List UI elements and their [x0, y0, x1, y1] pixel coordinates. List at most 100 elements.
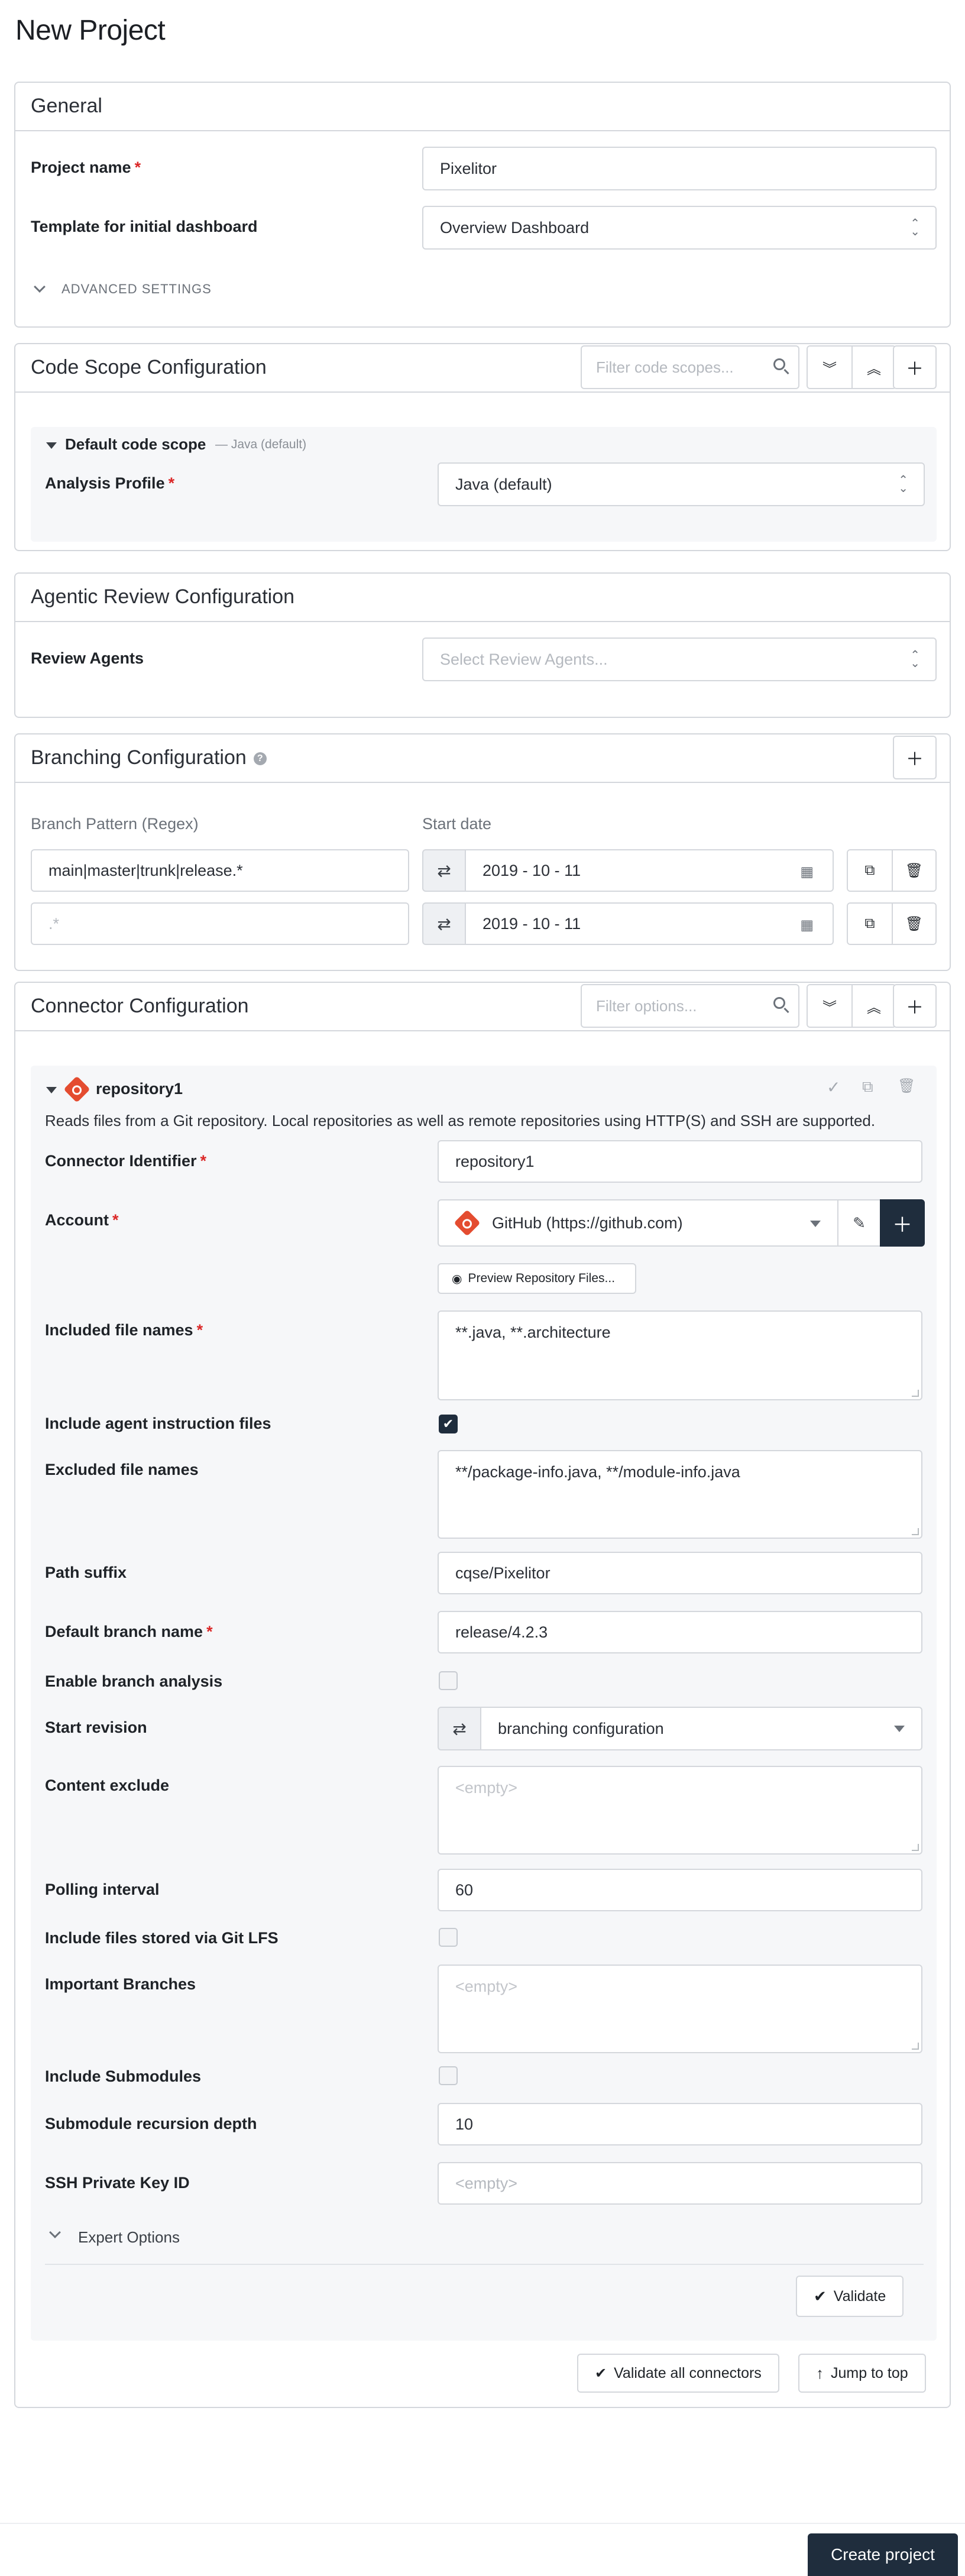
start-date-column: Start date: [422, 815, 492, 833]
identifier-input[interactable]: repository1: [438, 1140, 922, 1183]
add-account-button[interactable]: ＋: [880, 1199, 925, 1247]
expand-all-button[interactable]: ︾: [808, 347, 851, 388]
resize-handle[interactable]: [912, 1528, 919, 1535]
account-value: GitHub (https://github.com): [492, 1213, 683, 1232]
excluded-label: Excluded file names: [45, 1461, 199, 1478]
account-label: Account *: [45, 1211, 119, 1229]
code-scope-filter-placeholder: Filter code scopes...: [596, 358, 734, 376]
review-agents-label: Review Agents: [31, 649, 144, 667]
analysis-profile-label: Analysis Profile *: [45, 474, 175, 492]
preview-files-label: Preview Repository Files...: [468, 1271, 616, 1285]
expert-options-label: Expert Options: [78, 2228, 180, 2246]
advanced-settings-toggle[interactable]: ADVANCED SETTINGS: [33, 278, 228, 302]
connector-filter-input[interactable]: Filter options...: [581, 984, 799, 1028]
copy-icon[interactable]: ⧉: [848, 850, 892, 891]
updown-icon: ⌃ ⌄: [898, 474, 908, 495]
create-project-button[interactable]: Create project: [808, 2533, 958, 2576]
swap-icon[interactable]: ⇄: [438, 1707, 481, 1750]
expand-all-button[interactable]: ︾: [808, 985, 851, 1027]
branch-row-actions: ⧉ 🗑: [847, 849, 937, 892]
check-icon[interactable]: ✓: [827, 1077, 840, 1097]
copy-icon[interactable]: ⧉: [848, 904, 892, 944]
eye-icon: ◉: [452, 1272, 462, 1286]
swap-icon[interactable]: ⇄: [422, 902, 466, 945]
preview-files-button[interactable]: ◉ Preview Repository Files...: [438, 1263, 636, 1294]
review-agents-placeholder: Select Review Agents...: [440, 650, 608, 668]
check-icon: ✔: [814, 2287, 827, 2305]
validate-button[interactable]: ✔ Validate: [796, 2276, 904, 2317]
repository-panel: repository1 ✓ ⧉ 🗑 Reads files from a Git…: [31, 1066, 937, 2341]
included-input[interactable]: **.java, **.architecture: [438, 1310, 922, 1400]
branching-header: Branching Configuration? ＋: [15, 734, 950, 783]
recursion-input[interactable]: 10: [438, 2103, 922, 2145]
connector-description: Reads files from a Git repository. Local…: [45, 1112, 876, 1130]
trash-icon[interactable]: 🗑: [892, 904, 935, 944]
branch-date-input[interactable]: 2019 - 10 - 11 ▦: [465, 902, 834, 945]
collapse-all-button[interactable]: ︽: [851, 347, 895, 388]
template-select[interactable]: Overview Dashboard ⌃ ⌄: [422, 206, 937, 250]
path-suffix-input[interactable]: cqse/Pixelitor: [438, 1552, 922, 1594]
branch-pattern-input[interactable]: .*: [31, 902, 409, 945]
panel-divider: [45, 2264, 924, 2265]
project-name-input[interactable]: Pixelitor: [422, 147, 937, 190]
polling-input[interactable]: 60: [438, 1869, 922, 1911]
resize-handle[interactable]: [912, 1390, 919, 1397]
connector-card: Connector Configuration Filter options..…: [14, 982, 951, 2408]
lfs-checkbox[interactable]: [439, 1928, 458, 1947]
copy-icon[interactable]: ⧉: [862, 1077, 873, 1096]
lfs-label: Include files stored via Git LFS: [45, 1929, 279, 1947]
excluded-input[interactable]: **/package-info.java, **/module-info.jav…: [438, 1450, 922, 1539]
expand-collapse-group: ︾ ︽: [807, 984, 896, 1028]
review-agents-select[interactable]: Select Review Agents... ⌃ ⌄: [422, 637, 937, 681]
caret-down-icon[interactable]: [46, 442, 57, 449]
agentic-header: Agentic Review Configuration: [15, 574, 950, 622]
caret-down-icon[interactable]: [46, 1087, 57, 1093]
branch-date-input[interactable]: 2019 - 10 - 11 ▦: [465, 849, 834, 892]
footer-divider: [0, 2523, 965, 2524]
general-header: General: [15, 83, 950, 131]
included-label: Included file names *: [45, 1321, 203, 1339]
scope-hint: — Java (default): [215, 438, 307, 451]
account-select[interactable]: GitHub (https://github.com): [438, 1199, 838, 1247]
branch-pattern-input[interactable]: main|master|trunk|release.*: [31, 849, 409, 892]
agent-files-checkbox[interactable]: ✔: [439, 1415, 458, 1433]
advanced-settings-label: ADVANCED SETTINGS: [61, 281, 212, 296]
branch-row-actions: ⧉ 🗑: [847, 902, 937, 945]
important-branches-input[interactable]: <empty>: [438, 1965, 922, 2053]
search-icon: [773, 358, 785, 370]
help-icon[interactable]: ?: [253, 752, 267, 766]
analysis-profile-select[interactable]: Java (default) ⌃ ⌄: [438, 462, 925, 506]
resize-handle[interactable]: [912, 2043, 919, 2050]
jump-top-button[interactable]: ↑ Jump to top: [798, 2354, 926, 2393]
add-code-scope-button[interactable]: ＋: [893, 345, 937, 389]
expert-options-toggle[interactable]: Expert Options: [47, 2224, 225, 2250]
template-select-value: Overview Dashboard: [440, 218, 590, 237]
branch-analysis-checkbox[interactable]: [439, 1671, 458, 1690]
collapse-all-button[interactable]: ︽: [851, 985, 895, 1027]
excluded-value: **/package-info.java, **/module-info.jav…: [455, 1463, 740, 1481]
chevron-down-icon: [49, 2227, 61, 2238]
included-value: **.java, **.architecture: [455, 1323, 611, 1341]
polling-label: Polling interval: [45, 1881, 160, 1898]
trash-icon[interactable]: 🗑: [898, 1077, 915, 1095]
caret-down-icon: [894, 1726, 905, 1732]
add-connector-button[interactable]: ＋: [893, 984, 937, 1028]
code-scope-filter-input[interactable]: Filter code scopes...: [581, 345, 799, 389]
calendar-icon: ▦: [800, 864, 814, 880]
caret-down-icon: [810, 1221, 821, 1227]
page-title: New Project: [15, 15, 166, 46]
ssh-input[interactable]: <empty>: [438, 2162, 922, 2205]
validate-all-button[interactable]: ✔ Validate all connectors: [577, 2354, 779, 2393]
trash-icon[interactable]: 🗑: [892, 850, 935, 891]
repo-name: repository1: [96, 1080, 183, 1098]
swap-icon[interactable]: ⇄: [422, 849, 466, 892]
submodules-checkbox[interactable]: [439, 2066, 458, 2085]
add-branch-button[interactable]: ＋: [893, 736, 937, 779]
content-exclude-input[interactable]: <empty>: [438, 1766, 922, 1855]
default-branch-input[interactable]: release/4.2.3: [438, 1611, 922, 1653]
default-branch-label: Default branch name *: [45, 1623, 213, 1640]
start-revision-select[interactable]: branching configuration: [480, 1707, 922, 1750]
resize-handle[interactable]: [912, 1844, 919, 1851]
validate-label: Validate: [833, 2287, 886, 2305]
edit-account-button[interactable]: ✎: [837, 1199, 881, 1247]
